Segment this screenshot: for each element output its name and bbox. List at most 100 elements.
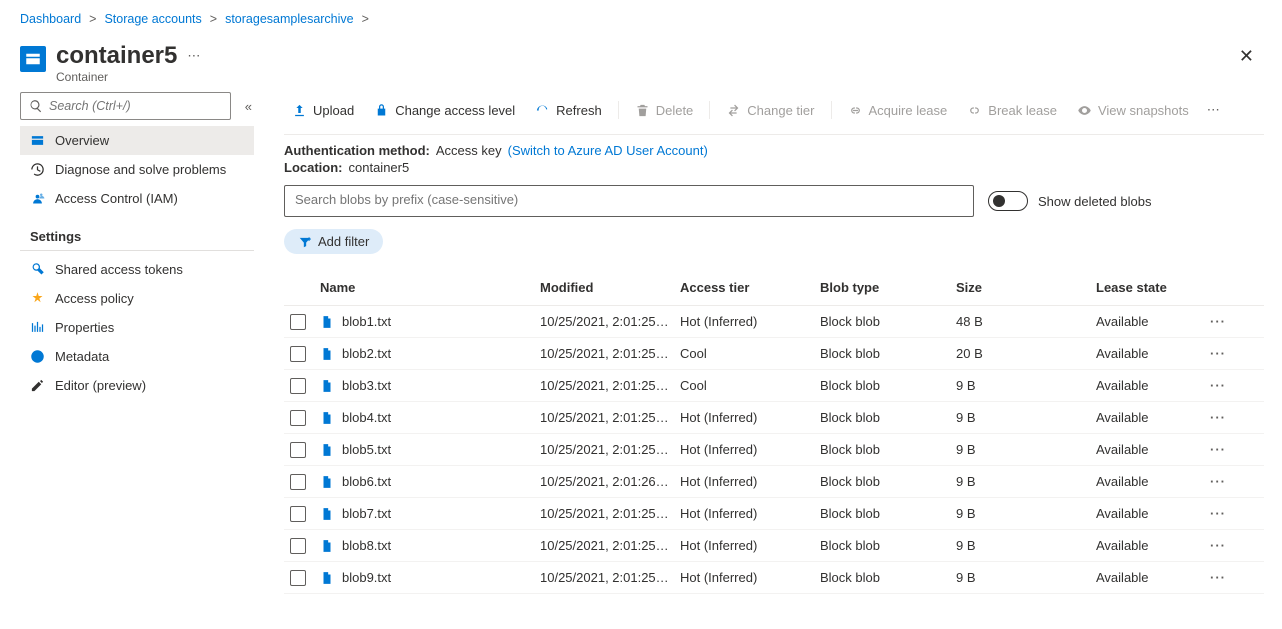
col-modified[interactable]: Modified [540,280,680,295]
cell-size: 48 B [956,314,1096,329]
change-access-level-button[interactable]: Change access level [366,99,523,122]
sidebar-item[interactable]: Shared access tokens [20,255,254,284]
cell-name[interactable]: blob2.txt [320,346,540,361]
cell-name[interactable]: blob6.txt [320,474,540,489]
auth-switch-link[interactable]: (Switch to Azure AD User Account) [508,143,708,158]
row-checkbox[interactable] [290,378,306,394]
col-name[interactable]: Name [320,280,540,295]
row-checkbox[interactable] [290,442,306,458]
sidebar-item-label: Editor (preview) [55,378,146,393]
sidebar-search[interactable] [20,92,231,120]
row-more-icon[interactable]: ··· [1202,474,1242,489]
sidebar-item[interactable]: Metadata [20,342,254,371]
collapse-sidebar-icon[interactable]: « [243,95,254,118]
blob-search[interactable] [284,185,974,217]
col-tier[interactable]: Access tier [680,280,820,295]
nav-icon [30,133,45,148]
table-row[interactable]: blob1.txt 10/25/2021, 2:01:25 … Hot (Inf… [284,306,1264,338]
row-more-icon[interactable]: ··· [1202,442,1242,457]
location-label: Location: [284,160,343,175]
sidebar-search-input[interactable] [49,99,222,113]
page-subtitle: Container [56,70,200,84]
row-more-icon[interactable]: ··· [1202,314,1242,329]
sidebar-item-label: Diagnose and solve problems [55,162,226,177]
sidebar-item[interactable]: Properties [20,313,254,342]
delete-button: Delete [627,99,702,122]
breadcrumb-link[interactable]: Storage accounts [104,12,201,26]
nav-icon [30,320,45,335]
sidebar-item[interactable]: Overview [20,126,254,155]
row-checkbox[interactable] [290,474,306,490]
chevron-right-icon: > [89,12,96,26]
cell-name[interactable]: blob8.txt [320,538,540,553]
cell-size: 9 B [956,538,1096,553]
auth-label: Authentication method: [284,143,430,158]
blob-search-input[interactable] [295,192,963,207]
link-icon [848,103,863,118]
col-type[interactable]: Blob type [820,280,956,295]
breadcrumb-link[interactable]: storagesamplesarchive [225,12,354,26]
search-icon [29,99,43,113]
sidebar-item[interactable]: Diagnose and solve problems [20,155,254,184]
cell-name[interactable]: blob5.txt [320,442,540,457]
row-more-icon[interactable]: ··· [1202,570,1242,585]
col-lease[interactable]: Lease state [1096,280,1202,295]
sidebar-item[interactable]: Access policy [20,284,254,313]
filter-icon [298,235,312,249]
title-more-icon[interactable]: ⋯ [187,48,200,64]
breadcrumb: Dashboard>Storage accounts>storagesample… [0,0,1282,32]
cell-size: 9 B [956,570,1096,585]
toolbar-more-icon[interactable]: ⋯ [1201,98,1226,122]
cell-name[interactable]: blob9.txt [320,570,540,585]
row-checkbox[interactable] [290,346,306,362]
sidebar-item[interactable]: Editor (preview) [20,371,254,400]
table-row[interactable]: blob8.txt 10/25/2021, 2:01:25 … Hot (Inf… [284,530,1264,562]
row-checkbox[interactable] [290,570,306,586]
break-lease-button: Break lease [959,99,1065,122]
cell-type: Block blob [820,442,956,457]
cell-modified: 10/25/2021, 2:01:25 … [540,538,680,553]
table-row[interactable]: blob5.txt 10/25/2021, 2:01:25 … Hot (Inf… [284,434,1264,466]
upload-button[interactable]: Upload [284,99,362,122]
row-more-icon[interactable]: ··· [1202,538,1242,553]
add-filter-button[interactable]: Add filter [284,229,383,254]
cell-lease: Available [1096,474,1202,489]
table-row[interactable]: blob9.txt 10/25/2021, 2:01:25 … Hot (Inf… [284,562,1264,594]
table-row[interactable]: blob2.txt 10/25/2021, 2:01:25 … Cool Blo… [284,338,1264,370]
row-checkbox[interactable] [290,410,306,426]
cell-size: 9 B [956,378,1096,393]
cell-size: 9 B [956,410,1096,425]
cell-modified: 10/25/2021, 2:01:26 … [540,474,680,489]
cell-lease: Available [1096,314,1202,329]
table-row[interactable]: blob4.txt 10/25/2021, 2:01:25 … Hot (Inf… [284,402,1264,434]
table-row[interactable]: blob3.txt 10/25/2021, 2:01:25 … Cool Blo… [284,370,1264,402]
cell-name[interactable]: blob3.txt [320,378,540,393]
cell-type: Block blob [820,346,956,361]
row-more-icon[interactable]: ··· [1202,410,1242,425]
row-more-icon[interactable]: ··· [1202,378,1242,393]
table-header: Name Modified Access tier Blob type Size… [284,270,1264,306]
table-row[interactable]: blob7.txt 10/25/2021, 2:01:25 … Hot (Inf… [284,498,1264,530]
sidebar-item[interactable]: Access Control (IAM) [20,184,254,213]
refresh-button[interactable]: Refresh [527,99,610,122]
close-button[interactable]: ✕ [1231,42,1262,71]
row-more-icon[interactable]: ··· [1202,506,1242,521]
cell-type: Block blob [820,410,956,425]
cell-name[interactable]: blob1.txt [320,314,540,329]
table-row[interactable]: blob6.txt 10/25/2021, 2:01:26 … Hot (Inf… [284,466,1264,498]
sidebar-item-label: Shared access tokens [55,262,183,277]
sidebar: « Overview Diagnose and solve problems Acc… [20,92,260,594]
row-checkbox[interactable] [290,314,306,330]
row-checkbox[interactable] [290,538,306,554]
row-more-icon[interactable]: ··· [1202,346,1242,361]
nav-icon [30,291,45,306]
cell-type: Block blob [820,570,956,585]
breadcrumb-link[interactable]: Dashboard [20,12,81,26]
show-deleted-toggle[interactable] [988,191,1028,211]
toolbar: Upload Change access level Refresh Delet… [284,92,1264,135]
col-size[interactable]: Size [956,280,1096,295]
cell-name[interactable]: blob4.txt [320,410,540,425]
cell-name[interactable]: blob7.txt [320,506,540,521]
sidebar-item-label: Properties [55,320,114,335]
row-checkbox[interactable] [290,506,306,522]
